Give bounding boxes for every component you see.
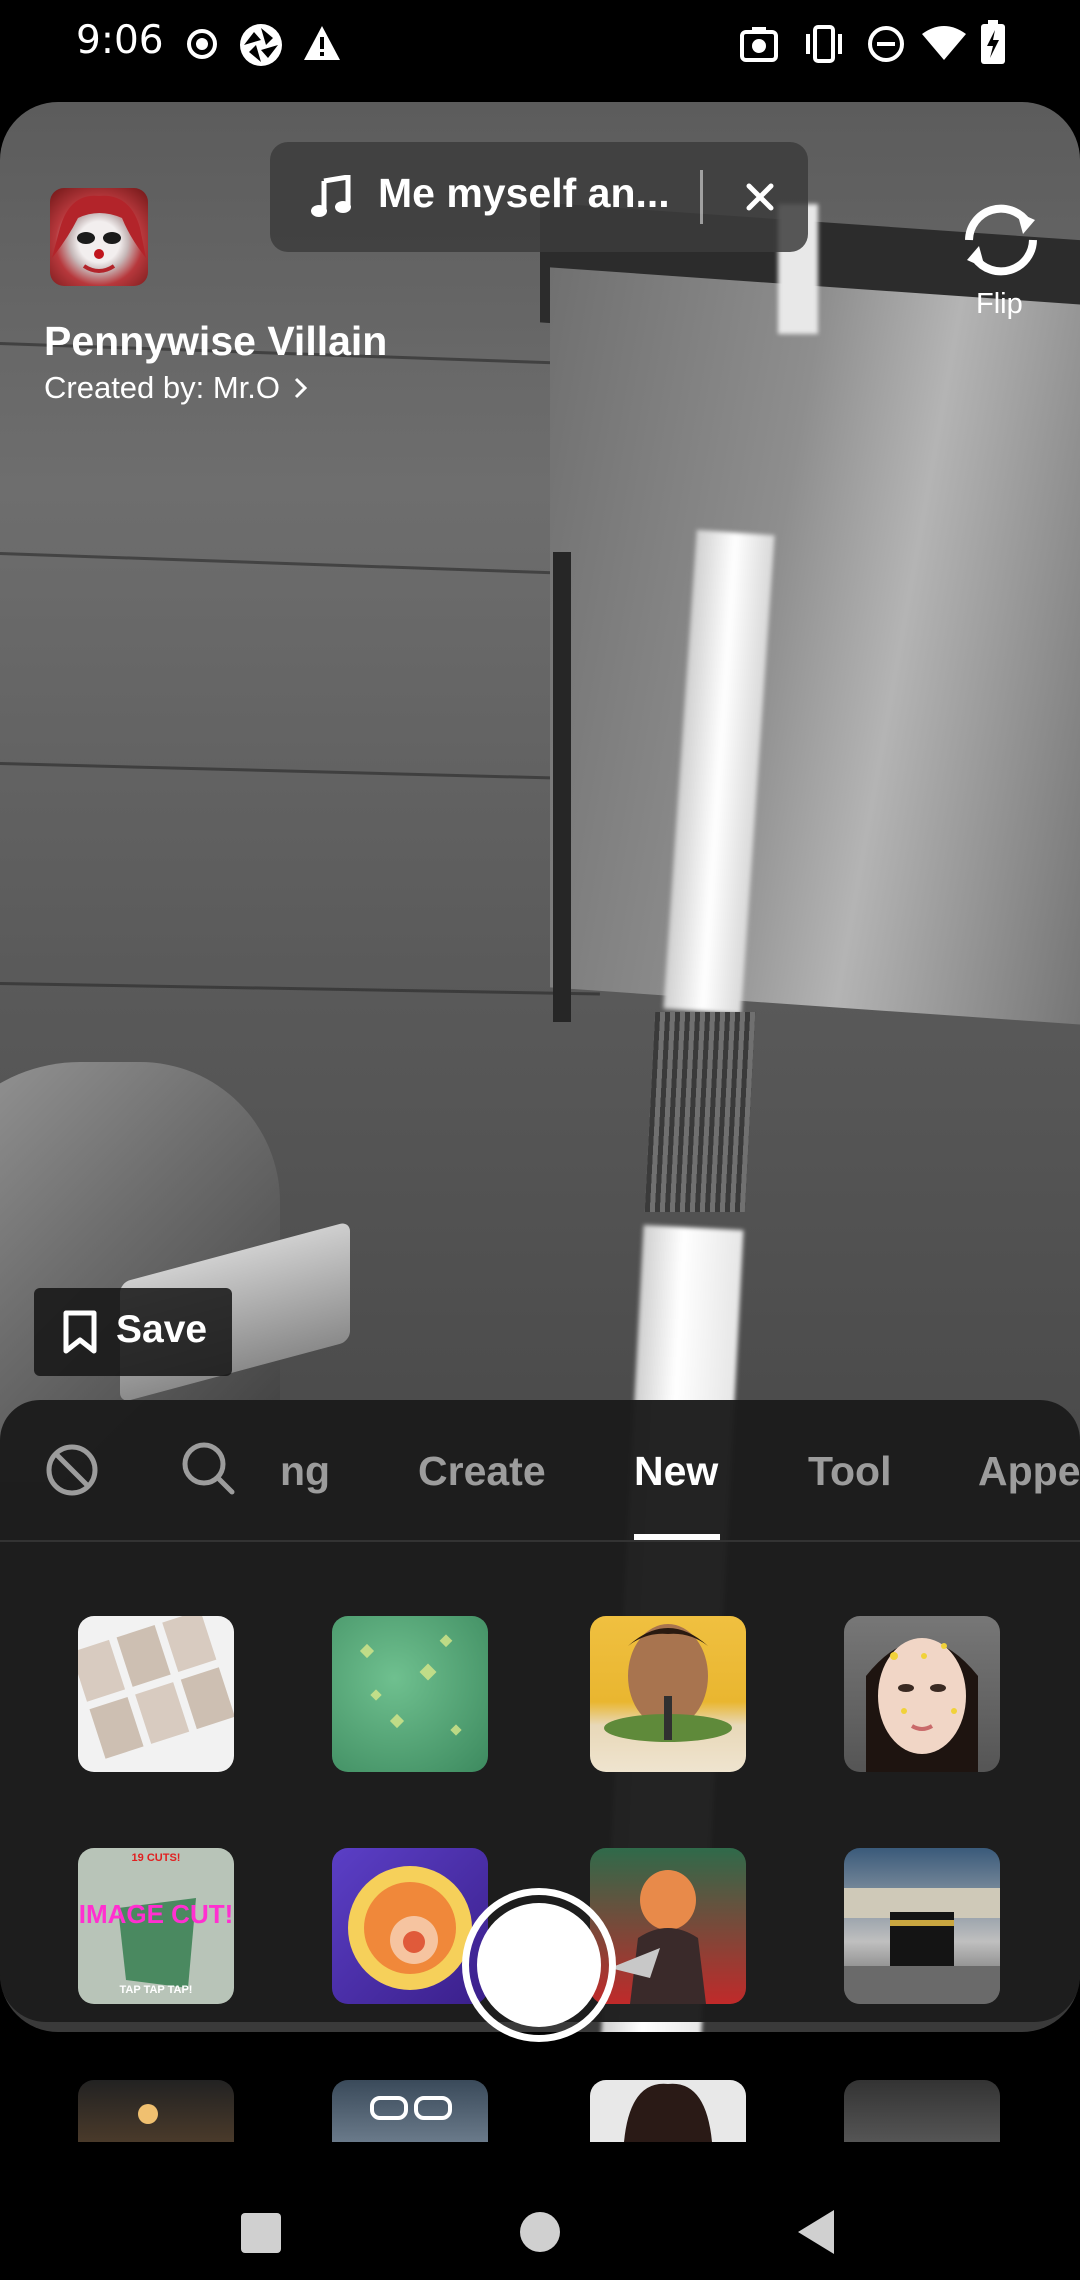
image-cut-title: IMAGE CUT! [78, 1899, 234, 1929]
tab-tool[interactable]: Tool [808, 1448, 891, 1495]
flip-camera-button[interactable] [955, 200, 1047, 285]
warning-icon [302, 24, 342, 67]
effect-tile-glitter-face[interactable] [844, 1616, 1000, 1772]
record-dot-icon [186, 28, 218, 65]
image-cut-top-label: 19 CUTS! [131, 1852, 181, 1864]
effect-tile-peek[interactable] [78, 2080, 234, 2142]
clown-face-icon [52, 195, 146, 273]
music-title: Me myself an... [378, 170, 670, 216]
home-button[interactable] [518, 2210, 562, 2259]
effect-tile-peek[interactable] [590, 2080, 746, 2142]
wifi-icon [920, 26, 968, 67]
effects-tabbar: ng Create New Tool Appe [0, 1400, 1080, 1542]
record-button[interactable] [462, 1888, 616, 2042]
tab-appearance[interactable]: Appe [978, 1448, 1080, 1495]
effect-tile-photo-grid[interactable] [78, 1616, 234, 1772]
square-icon [241, 2213, 281, 2253]
chevron-right-icon [294, 377, 307, 399]
wall-line [0, 552, 560, 575]
status-bar: 9:06 [0, 0, 1080, 90]
flip-label: Flip [976, 288, 1023, 320]
bookmark-icon [60, 1310, 100, 1359]
aperture-icon [238, 22, 284, 73]
save-label: Save [116, 1308, 208, 1351]
tab-create[interactable]: Create [418, 1448, 546, 1495]
effect-tile-kaaba[interactable] [844, 1848, 1000, 2004]
music-note-icon [310, 174, 354, 224]
status-time: 9:06 [76, 18, 164, 63]
close-icon [746, 183, 774, 211]
do-not-disturb-icon [866, 24, 906, 69]
music-divider [700, 170, 703, 224]
remove-music-button[interactable] [730, 167, 790, 227]
no-effect-button[interactable] [44, 1442, 100, 1503]
active-tab-indicator [634, 1534, 720, 1540]
back-button[interactable] [796, 2208, 836, 2261]
effect-tile-image-cut[interactable]: 19 CUTS! IMAGE CUT! TAP TAP TAP! [78, 1848, 234, 2004]
ceiling-box [550, 267, 1080, 1027]
wall-line [0, 762, 560, 780]
flip-camera-icon [965, 204, 1037, 276]
effect-tile-peek[interactable] [332, 2080, 488, 2142]
effect-creator-link[interactable]: Created by: Mr.O [44, 370, 309, 406]
ban-icon [46, 1444, 98, 1496]
search-icon [182, 1442, 235, 1495]
navigation-bar [0, 2160, 1080, 2280]
effect-tile-peek[interactable] [844, 2080, 1000, 2142]
tab-new[interactable]: New [634, 1448, 718, 1495]
music-selector[interactable]: Me myself an... [270, 142, 808, 252]
image-cut-bottom-label: TAP TAP TAP! [119, 1984, 193, 1996]
ceiling-box-edge [553, 552, 571, 1022]
tab-trending[interactable]: ng [280, 1448, 330, 1495]
vibrate-icon [802, 24, 846, 69]
battery-charging-icon [980, 20, 1006, 69]
effect-tile-sparkle-green[interactable] [332, 1616, 488, 1772]
effect-thumbnail[interactable] [50, 188, 148, 286]
ceiling-vent [644, 1012, 756, 1212]
effect-creator-label: Created by: Mr.O [44, 370, 281, 405]
back-triangle-icon [798, 2210, 834, 2254]
record-button-inner [477, 1903, 601, 2027]
search-effects-button[interactable] [180, 1440, 236, 1501]
save-effect-button[interactable]: Save [34, 1288, 232, 1376]
recents-button[interactable] [240, 2212, 282, 2259]
wall-line [0, 982, 600, 996]
effect-tile-cucumber-face[interactable] [590, 1616, 746, 1772]
effect-name: Pennywise Villain [44, 318, 388, 364]
circle-icon [520, 2212, 560, 2252]
screenshot-icon [740, 26, 778, 67]
